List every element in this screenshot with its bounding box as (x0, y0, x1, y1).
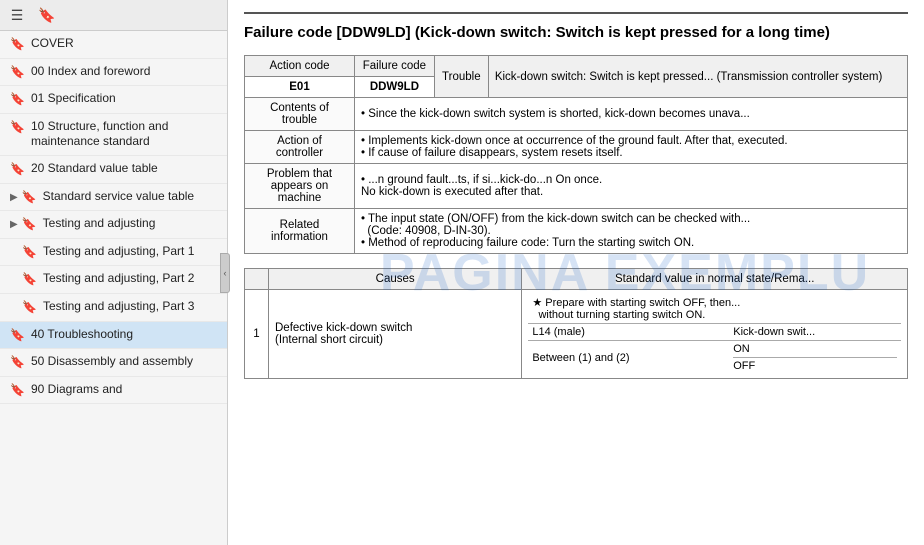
causes-header-num (245, 269, 269, 290)
sidebar-item-label: 90 Diagrams and (31, 382, 219, 398)
causes-header-standard: Standard value in normal state/Rema... (522, 269, 908, 290)
cause-num: 1 (245, 290, 269, 379)
sidebar-item-10[interactable]: 🔖 10 Structure, function and maintenance… (0, 114, 227, 156)
main-content: PAGINA EXEMPLU Failure code [DDW9LD] (Ki… (228, 0, 924, 545)
sub-row-between: Between (1) and (2) (528, 341, 729, 375)
related-info-value: • The input state (ON/OFF) from the kick… (355, 209, 908, 254)
failure-code-value: DDW9LD (355, 77, 435, 98)
sidebar-item-label: 00 Index and foreword (31, 64, 219, 80)
sidebar-item-label: Testing and adjusting, Part 1 (43, 244, 219, 260)
sidebar-item-label: 20 Standard value table (31, 161, 219, 177)
sidebar: ☰ 🔖 🔖 COVER 🔖 00 Index and foreword 🔖 01… (0, 0, 228, 545)
bookmark-icon[interactable]: 🔖 (36, 4, 58, 26)
sub-row-onoff: ON OFF (729, 341, 901, 375)
sidebar-toolbar: ☰ 🔖 (0, 0, 227, 31)
sidebar-item-cover[interactable]: 🔖 COVER (0, 31, 227, 59)
sub-row-connector: L14 (male) (528, 324, 729, 341)
related-info-label: Relatedinformation (245, 209, 355, 254)
info-table: Action code Failure code Trouble Kick-do… (244, 55, 908, 254)
table-row: 1 Defective kick-down switch(Internal sh… (245, 290, 908, 379)
table-row: Problem that appears on machine • ...n g… (245, 164, 908, 209)
sidebar-item-label: Standard service value table (43, 189, 219, 205)
problem-machine-value: • ...n ground fault...ts, if si...kick-d… (355, 164, 908, 209)
sidebar-item-00[interactable]: 🔖 00 Index and foreword (0, 59, 227, 87)
contents-trouble-label: Contents oftrouble (245, 98, 355, 131)
action-controller-value: • Implements kick-down once at occurrenc… (355, 131, 908, 164)
bookmark-nav-icon: 🔖 (22, 190, 37, 206)
sidebar-item-testing-adjusting[interactable]: ▶ 🔖 Testing and adjusting (0, 211, 227, 239)
action-controller-label: Action ofcontroller (245, 131, 355, 164)
expand-icon: ▶ (10, 218, 18, 231)
causes-header-causes: Causes (269, 269, 522, 290)
sidebar-item-standard-service[interactable]: ▶ 🔖 Standard service value table (0, 184, 227, 212)
sidebar-item-label: Testing and adjusting, Part 3 (43, 299, 219, 315)
bookmark-nav-icon: 🔖 (10, 328, 25, 344)
bookmark-nav-icon: 🔖 (10, 65, 25, 81)
sidebar-item-90-diagrams[interactable]: 🔖 90 Diagrams and (0, 377, 227, 405)
contents-trouble-value: • Since the kick-down switch system is s… (355, 98, 908, 131)
bookmark-nav-icon: 🔖 (22, 245, 37, 261)
bookmark-nav-icon: 🔖 (10, 120, 25, 136)
sub-row-prepare: ★ Prepare with starting switch OFF, then… (528, 294, 901, 324)
bookmark-nav-icon: 🔖 (22, 272, 37, 288)
sidebar-item-label: 10 Structure, function and maintenance s… (31, 119, 219, 150)
header-failure-code: Failure code (355, 56, 435, 77)
table-row: Action ofcontroller • Implements kick-do… (245, 131, 908, 164)
sidebar-item-testing-part3[interactable]: 🔖 Testing and adjusting, Part 3 (0, 294, 227, 322)
cause-standard-values: ★ Prepare with starting switch OFF, then… (522, 290, 908, 379)
expand-icon: ▶ (10, 191, 18, 204)
bookmark-nav-icon: 🔖 (10, 162, 25, 178)
sub-row-switch: Kick-down swit... (729, 324, 901, 341)
bookmark-nav-icon: 🔖 (10, 383, 25, 399)
sidebar-item-50-disassembly[interactable]: 🔖 50 Disassembly and assembly (0, 349, 227, 377)
sidebar-item-01[interactable]: 🔖 01 Specification (0, 86, 227, 114)
sidebar-collapse-button[interactable]: ‹ (220, 253, 230, 293)
action-code-value: E01 (245, 77, 355, 98)
causes-table: Causes Standard value in normal state/Re… (244, 268, 908, 379)
header-trouble: Trouble (434, 56, 488, 98)
table-row: Contents oftrouble • Since the kick-down… (245, 98, 908, 131)
bookmark-nav-icon: 🔖 (22, 300, 37, 316)
sidebar-item-40-trouble[interactable]: 🔖 40 Troubleshooting (0, 322, 227, 350)
bookmark-nav-icon: 🔖 (10, 37, 25, 53)
sidebar-item-label: 40 Troubleshooting (31, 327, 219, 343)
page-title: Failure code [DDW9LD] (Kick-down switch:… (244, 22, 908, 43)
sidebar-item-label: Testing and adjusting, Part 2 (43, 271, 219, 287)
problem-machine-label: Problem that appears on machine (245, 164, 355, 209)
header-action-code: Action code (245, 56, 355, 77)
sidebar-item-label: 01 Specification (31, 91, 219, 107)
cause-description: Defective kick-down switch(Internal shor… (269, 290, 522, 379)
bookmark-nav-icon: 🔖 (22, 217, 37, 233)
sidebar-item-testing-part1[interactable]: 🔖 Testing and adjusting, Part 1 (0, 239, 227, 267)
sidebar-item-label: Testing and adjusting (43, 216, 219, 232)
sidebar-item-label: COVER (31, 36, 219, 52)
bookmark-nav-icon: 🔖 (10, 92, 25, 108)
table-row: Relatedinformation • The input state (ON… (245, 209, 908, 254)
bookmark-nav-icon: 🔖 (10, 355, 25, 371)
sidebar-item-label: 50 Disassembly and assembly (31, 354, 219, 370)
sidebar-item-20[interactable]: 🔖 20 Standard value table (0, 156, 227, 184)
header-trouble-desc: Kick-down switch: Switch is kept pressed… (488, 56, 907, 98)
menu-icon[interactable]: ☰ (6, 4, 28, 26)
sidebar-item-testing-part2[interactable]: 🔖 Testing and adjusting, Part 2 (0, 266, 227, 294)
